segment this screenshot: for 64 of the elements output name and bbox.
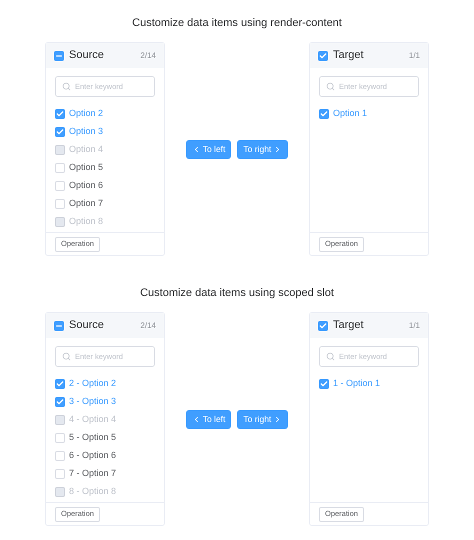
item-count: 2/14: [140, 320, 156, 332]
item-label: Option 5: [69, 161, 104, 174]
checkbox[interactable]: [55, 379, 65, 389]
transfer-item[interactable]: Option 6: [55, 177, 155, 195]
transfer-item[interactable]: 1 - Option 1: [319, 375, 419, 393]
to-left-button[interactable]: To left: [186, 140, 232, 158]
check-icon: [56, 398, 64, 406]
item-count: 1/1: [408, 320, 420, 332]
item-label: 4 - Option 4: [69, 413, 116, 426]
checkbox[interactable]: [319, 379, 329, 389]
checkbox[interactable]: [318, 50, 328, 60]
check-icon: [320, 380, 328, 388]
item-label: Option 1: [333, 107, 368, 120]
item-label: 1 - Option 1: [333, 377, 380, 390]
check-icon: [319, 322, 327, 330]
search-icon: [62, 352, 71, 361]
item-label: 3 - Option 3: [69, 395, 116, 408]
transfer-item[interactable]: Option 5: [55, 159, 155, 177]
item-label: Option 4: [69, 143, 104, 156]
panel-title: Source: [69, 318, 104, 334]
transfer-item[interactable]: 5 - Option 5: [55, 429, 155, 447]
checkbox[interactable]: [54, 320, 64, 330]
item-label: 5 - Option 5: [69, 431, 116, 444]
checkbox[interactable]: [54, 50, 64, 60]
checkbox[interactable]: [55, 397, 65, 407]
section-title: Customize data items using render-content: [132, 16, 342, 30]
transfer-item[interactable]: 6 - Option 6: [55, 447, 155, 465]
item-label: 7 - Option 7: [69, 467, 116, 480]
transfer-item[interactable]: Option 3: [55, 123, 155, 141]
checkbox[interactable]: [318, 320, 328, 330]
to-right-button[interactable]: To right: [237, 140, 288, 158]
to-right-button[interactable]: To right: [237, 410, 288, 428]
check-icon: [56, 110, 64, 118]
item-label: 6 - Option 6: [69, 449, 116, 462]
check-icon: [320, 110, 328, 118]
item-label: Option 6: [69, 179, 104, 192]
item-label: 2 - Option 2: [69, 377, 116, 390]
search-icon: [62, 82, 71, 91]
item-label: Option 2: [69, 107, 104, 120]
check-icon: [56, 380, 64, 388]
item-label: Option 8: [69, 215, 104, 228]
search-icon: [326, 352, 335, 361]
item-label: 8 - Option 8: [69, 485, 116, 498]
search-icon: [326, 82, 335, 91]
checkbox[interactable]: [319, 109, 329, 119]
panel-title: Target: [333, 318, 364, 334]
section-title: Customize data items using scoped slot: [140, 286, 334, 300]
to-left-button[interactable]: To left: [186, 410, 232, 428]
transfer-item[interactable]: 7 - Option 7: [55, 465, 155, 483]
item-count: 2/14: [140, 50, 156, 62]
panel-title: Source: [69, 48, 104, 64]
item-label: Option 7: [69, 197, 104, 210]
check-icon: [319, 52, 327, 60]
check-icon: [56, 128, 64, 136]
transfer-item[interactable]: 2 - Option 2: [55, 375, 155, 393]
transfer-item[interactable]: Option 2: [55, 105, 155, 123]
item-count: 1/1: [408, 50, 420, 62]
item-label: Option 3: [69, 125, 104, 138]
panel-title: Target: [333, 48, 364, 64]
transfer-item[interactable]: 3 - Option 3: [55, 393, 155, 411]
checkbox[interactable]: [55, 127, 65, 137]
transfer-item[interactable]: Option 7: [55, 195, 155, 213]
checkbox[interactable]: [55, 109, 65, 119]
transfer-item[interactable]: Option 1: [319, 105, 419, 123]
